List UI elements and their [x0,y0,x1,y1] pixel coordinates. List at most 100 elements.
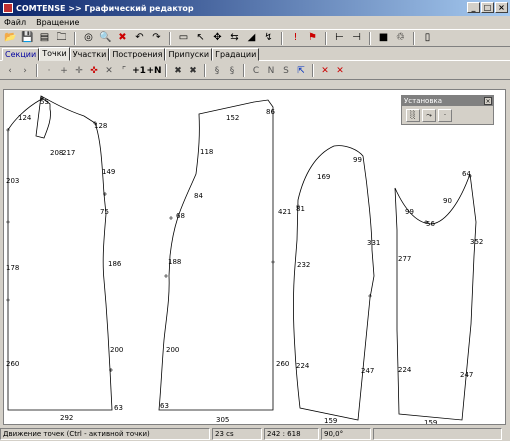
exit-icon[interactable]: ▯ [420,31,435,45]
point-label: 159 [424,419,437,425]
cross-point-icon[interactable]: ✛ [72,64,86,78]
undo-icon[interactable]: ↶ [132,31,147,45]
point-label: 421 [278,208,291,216]
pattern-sleeve-piece [293,145,375,421]
menu-file[interactable]: Файл [4,18,26,27]
point-marker [271,260,275,264]
tab-points[interactable]: Точки [39,47,70,61]
point-label: 200 [166,346,179,354]
minimize-button[interactable]: _ [467,2,480,13]
setup-panel-title[interactable]: Установка × [402,96,493,106]
mirror-icon[interactable]: ⇆ [227,31,242,45]
window-title: COMTENSE >> Графический редактор [16,3,194,13]
marker-icon[interactable]: ⚑ [305,31,320,45]
corner-icon[interactable]: ⌜ [117,64,131,78]
menu-bar: Файл Вращение [0,16,510,29]
add-point-icon[interactable]: + [57,64,71,78]
point-label: 224 [398,366,412,374]
move-icon[interactable]: ✥ [210,31,225,45]
grid-icon[interactable]: ░ [406,109,420,122]
s-icon[interactable]: S [279,64,293,78]
app-icon [3,3,13,13]
point-label: 152 [226,114,239,122]
tab-gradations[interactable]: Градации [212,48,260,61]
point-label: 232 [297,261,310,269]
c-icon[interactable]: C [249,64,263,78]
point-label: 118 [200,148,213,156]
point-label: 68 [176,212,185,220]
step-icon[interactable]: ⤳ [422,109,436,122]
redo-icon[interactable]: ↷ [149,31,164,45]
target-icon[interactable]: ◎ [81,31,96,45]
pattern-back-piece [158,99,274,411]
delete-icon[interactable]: ✖ [115,31,130,45]
point-label: 217 [62,149,75,157]
point-label: 352 [470,238,483,246]
dot-icon[interactable]: · [438,109,452,122]
point-label: 260 [6,360,19,368]
point-dot-icon[interactable]: · [42,64,56,78]
fill-icon[interactable]: ■ [376,31,391,45]
title-bar: COMTENSE >> Графический редактор _ □ × [0,0,510,16]
zoom-icon[interactable]: 🔍 [98,31,113,45]
rotate-icon[interactable]: ↯ [261,31,276,45]
x-point-icon[interactable]: ✕ [102,64,116,78]
close-button[interactable]: × [495,2,508,13]
point-marker [368,294,372,298]
select-region-icon[interactable]: ⇱ [294,64,308,78]
pattern-front-piece [7,95,113,411]
remove-red-alt-icon[interactable]: ✕ [333,64,347,78]
line-icon[interactable]: ⊣ [349,31,364,45]
point-label: 224 [296,362,310,370]
point-label: 64 [462,170,471,178]
points-toolbar: ‹ › · + ✛ ✜ ✕ ⌜ +1 +N ✖ ✖ § § C N S ⇱ ✕ … [0,62,510,80]
point-label: 331 [367,239,380,247]
delete-all-icon[interactable]: ✖ [186,64,200,78]
add-one-icon[interactable]: +1 [132,64,146,78]
drawing-canvas[interactable]: 55 124 203 178 260 292 208 217 128 149 7… [3,89,506,425]
point-label: 277 [398,255,411,263]
delete-point-icon[interactable]: ✖ [171,64,185,78]
section-icon[interactable]: § [210,64,224,78]
status-angle: 90,0° [321,428,371,440]
n-icon[interactable]: N [264,64,278,78]
select-icon[interactable]: ▭ [176,31,191,45]
pattern-drawing[interactable]: 55 124 203 178 260 292 208 217 128 149 7… [4,90,506,425]
point-label: 247 [361,367,374,375]
measure-icon[interactable]: ◢ [244,31,259,45]
tab-constructions[interactable]: Построения [109,48,166,61]
flag-icon[interactable]: ! [288,31,303,45]
point-label: 63 [114,404,123,412]
status-bar: Движение точек (Ctrl - активной точки) 2… [0,428,510,441]
close-icon[interactable]: × [484,97,492,105]
point-label: 169 [317,173,330,181]
tab-strip: Секции Точки Участки Построения Припуски… [0,47,510,61]
maximize-button[interactable]: □ [481,2,494,13]
prev-point-icon[interactable]: ‹ [3,64,17,78]
point-label: 75 [100,208,109,216]
tab-sections[interactable]: Секции [2,48,40,61]
section-alt-icon[interactable]: § [225,64,239,78]
point-label: 63 [160,402,169,410]
point-label: 188 [168,258,181,266]
point-marker [164,274,168,278]
remove-red-icon[interactable]: ✕ [318,64,332,78]
tab-allowances[interactable]: Припуски [165,48,213,61]
cross-bold-icon[interactable]: ✜ [87,64,101,78]
add-n-icon[interactable]: +N [146,64,161,78]
menu-rotation[interactable]: Вращение [36,18,79,27]
point-label: 99 [405,208,414,216]
open-icon[interactable]: 📂 [3,31,18,45]
save-icon[interactable]: 💾 [20,31,35,45]
pointer-icon[interactable]: ↖ [193,31,208,45]
tab-segments[interactable]: Участки [69,48,110,61]
status-scale: 23 cs [212,428,262,440]
recycle-icon[interactable]: ♲ [393,31,408,45]
point-label: 128 [94,122,107,130]
next-point-icon[interactable]: › [18,64,32,78]
save-as-icon[interactable]: ▤ [37,31,52,45]
folder-icon[interactable]: 🗀 [54,31,69,45]
point-label: 178 [6,264,19,272]
main-toolbar: 📂 💾 ▤ 🗀 ◎ 🔍 ✖ ↶ ↷ ▭ ↖ ✥ ⇆ ◢ ↯ ! ⚑ ⊢ ⊣ ■ … [0,29,510,47]
segment-icon[interactable]: ⊢ [332,31,347,45]
